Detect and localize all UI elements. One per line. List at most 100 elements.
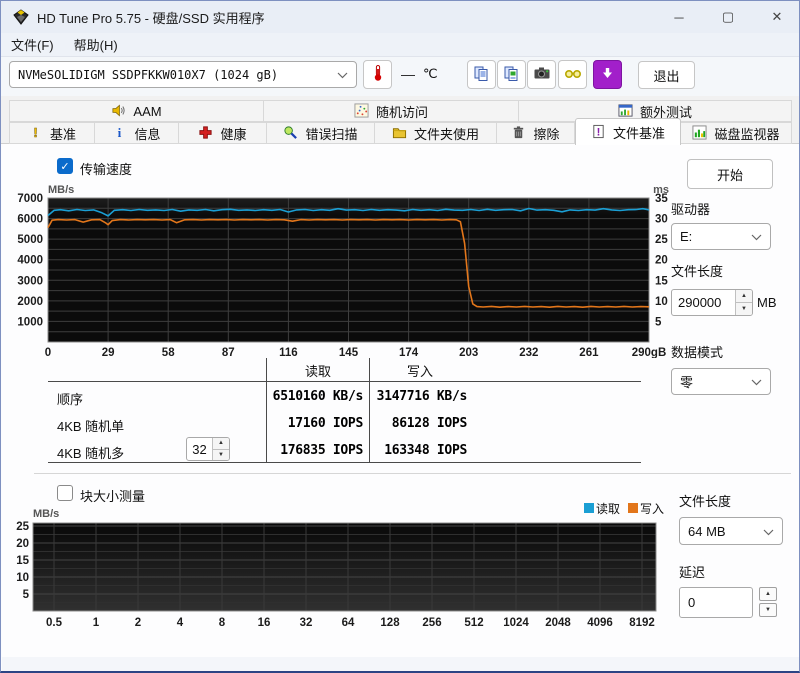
screenshot-button[interactable] xyxy=(527,60,556,89)
bottom-strip xyxy=(2,657,799,671)
svg-text:!: ! xyxy=(33,125,37,140)
svg-text:8: 8 xyxy=(219,617,226,629)
close-button[interactable]: ✕ xyxy=(754,1,799,33)
svg-text:20: 20 xyxy=(16,538,29,550)
tab-info[interactable]: i 信息 xyxy=(95,122,179,144)
temperature-unit: ℃ xyxy=(423,66,438,81)
file-benchmark-icon: ! xyxy=(591,124,607,140)
drive-select[interactable]: NVMeSOLIDIGM SSDPFKKW010X7 (1024 gB) xyxy=(9,61,357,88)
tab-disk-monitor[interactable]: 磁盘监视器 xyxy=(681,122,792,144)
file-length-unit: MB xyxy=(757,295,777,310)
thermometer-icon xyxy=(370,64,386,85)
tab-random-access[interactable]: 随机访问 xyxy=(264,100,519,122)
section-divider xyxy=(34,473,791,474)
svg-text:10: 10 xyxy=(655,296,668,308)
svg-text:4: 4 xyxy=(177,617,184,629)
minimize-button[interactable]: ─ xyxy=(656,1,702,33)
tab-label: 基准 xyxy=(49,126,76,142)
block-size-checkbox[interactable] xyxy=(57,485,73,501)
data-mode-select[interactable]: 零 xyxy=(671,368,771,395)
tab-folder-usage[interactable]: 文件夹使用 xyxy=(375,122,497,144)
svg-text:2000: 2000 xyxy=(17,296,43,308)
svg-text:!: ! xyxy=(597,126,601,138)
seq-write-value: 3147716 KB/s xyxy=(376,389,468,404)
rand-multi-write-value: 163348 IOPS xyxy=(384,443,467,458)
menu-help[interactable]: 帮助(H) xyxy=(64,33,128,56)
svg-text:10: 10 xyxy=(16,572,29,584)
health-cross-icon xyxy=(198,125,214,141)
tab-label: 错误扫描 xyxy=(305,126,358,142)
tab-file-benchmark[interactable]: ! 文件基准 xyxy=(575,118,681,145)
table-header-write: 写入 xyxy=(406,364,433,379)
svg-text:5000: 5000 xyxy=(17,234,43,246)
chevron-down-icon xyxy=(337,67,348,82)
tab-aam[interactable]: AAM xyxy=(9,100,264,122)
svg-text:290gB: 290gB xyxy=(632,347,667,358)
title-bar: HD Tune Pro 5.75 - 硬盘/SSD 实用程序 ─ ▢ ✕ xyxy=(1,1,799,33)
drive-label: 驱动器 xyxy=(671,202,711,217)
tab-benchmark[interactable]: ! 基准 xyxy=(9,122,95,144)
transfer-speed-chart: 1000200030004000500060007000510152025303… xyxy=(17,184,669,358)
svg-text:2048: 2048 xyxy=(545,617,571,629)
hdtune-window: HD Tune Pro 5.75 - 硬盘/SSD 实用程序 ─ ▢ ✕ 文件(… xyxy=(0,0,800,673)
svg-text:64: 64 xyxy=(342,617,355,629)
tab-label: 随机访问 xyxy=(375,104,428,120)
copy-text-icon xyxy=(473,65,490,85)
svg-text:145: 145 xyxy=(339,347,359,358)
exit-button[interactable]: 退出 xyxy=(638,61,695,89)
delay-input[interactable]: 0 xyxy=(679,587,753,618)
tab-row-bottom: ! 基准 i 信息 健康 错误扫描 文件夹使用 擦除 ! 文件基准 磁盘监视器 xyxy=(9,118,792,145)
block-size-label: 块大小测量 xyxy=(80,489,146,504)
svg-text:MB/s: MB/s xyxy=(48,184,74,196)
tab-error-scan[interactable]: 错误扫描 xyxy=(267,122,375,144)
copy-text-button[interactable] xyxy=(467,60,496,89)
tab-label: 健康 xyxy=(220,126,247,142)
temperature-display: — ℃ xyxy=(401,66,438,82)
menu-bar: 文件(F) 帮助(H) xyxy=(1,33,799,57)
window-title: HD Tune Pro 5.75 - 硬盘/SSD 实用程序 xyxy=(37,10,265,26)
file-length-stepper[interactable]: 290000 ▲ ▼ xyxy=(671,289,753,316)
copy-image-button[interactable] xyxy=(497,60,526,89)
target-drive-select[interactable]: E: xyxy=(671,223,771,250)
delay-spin-up[interactable]: ▲ xyxy=(759,587,777,601)
tab-label: 文件基准 xyxy=(612,125,665,141)
svg-text:6000: 6000 xyxy=(17,214,43,226)
svg-text:5: 5 xyxy=(23,589,30,601)
svg-text:32: 32 xyxy=(300,617,313,629)
tab-erase[interactable]: 擦除 xyxy=(497,122,575,144)
spin-down-icon[interactable]: ▼ xyxy=(736,302,752,315)
svg-text:174: 174 xyxy=(399,347,419,358)
menu-file[interactable]: 文件(F) xyxy=(1,33,64,56)
file-length-value: 290000 xyxy=(678,295,722,310)
view-button[interactable] xyxy=(558,60,587,89)
transfer-speed-checkbox[interactable]: ✓ xyxy=(57,158,73,174)
table-header-read: 读取 xyxy=(304,364,331,379)
delay-spin-down[interactable]: ▼ xyxy=(759,603,777,617)
copy-image-icon xyxy=(503,65,520,85)
svg-text:16: 16 xyxy=(258,617,271,629)
svg-text:116: 116 xyxy=(279,347,298,358)
svg-text:512: 512 xyxy=(464,617,483,629)
svg-text:0.5: 0.5 xyxy=(46,617,63,629)
transfer-speed-label: 传输速度 xyxy=(80,162,133,177)
svg-text:4096: 4096 xyxy=(587,617,613,629)
start-button[interactable]: 开始 xyxy=(687,159,773,189)
file-length-label: 文件长度 xyxy=(671,264,724,279)
block-file-length-select[interactable]: 64 MB xyxy=(679,517,783,545)
svg-text:1024: 1024 xyxy=(503,617,529,629)
temperature-value: — xyxy=(401,66,415,82)
tab-health[interactable]: 健康 xyxy=(179,122,267,144)
maximize-button[interactable]: ▢ xyxy=(705,1,751,33)
svg-text:15: 15 xyxy=(655,275,668,287)
svg-text:58: 58 xyxy=(162,347,175,358)
target-drive-value: E: xyxy=(680,229,693,244)
svg-text:ms: ms xyxy=(653,184,669,196)
svg-text:232: 232 xyxy=(519,347,538,358)
temperature-button[interactable] xyxy=(363,60,392,89)
svg-text:30: 30 xyxy=(655,214,668,226)
app-icon xyxy=(13,9,29,25)
save-results-button[interactable] xyxy=(593,60,622,89)
glasses-icon xyxy=(564,66,582,83)
disk-monitor-icon xyxy=(692,125,708,141)
spin-up-icon[interactable]: ▲ xyxy=(736,290,752,302)
